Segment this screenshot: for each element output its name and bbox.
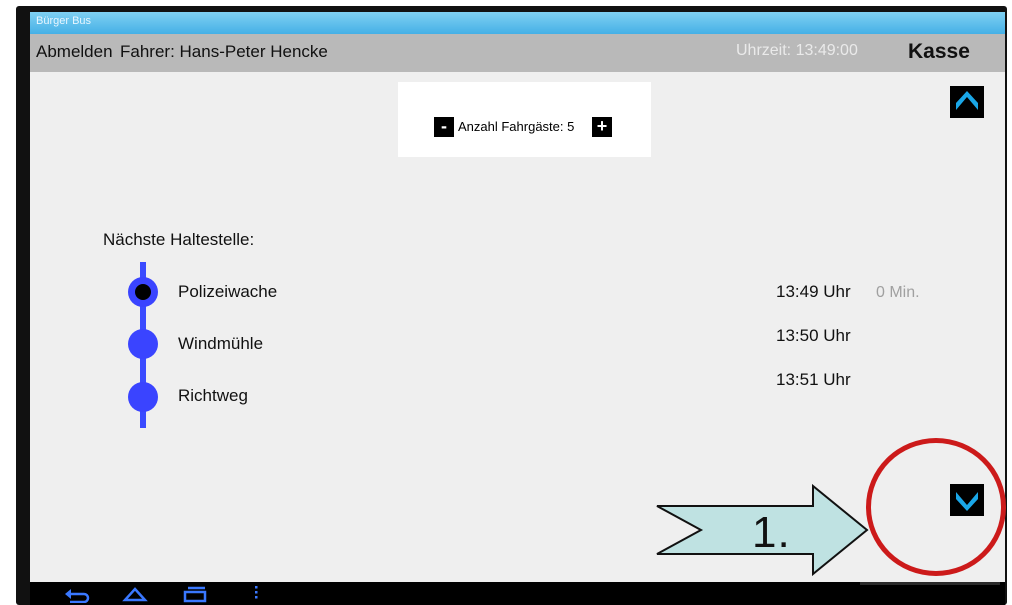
logout-button[interactable]: Abmelden	[36, 42, 113, 62]
chevron-up-icon	[956, 91, 978, 110]
menu-icon[interactable]	[252, 585, 260, 603]
clock-display: Uhrzeit: 13:49:00	[736, 42, 858, 59]
stop-marker	[128, 329, 158, 359]
stop-time: 13:51 Uhr	[776, 370, 851, 389]
android-nav-bar	[30, 582, 1005, 605]
top-bar: Abmelden Fahrer: Hans-Peter Hencke Uhrze…	[30, 34, 1005, 72]
next-stop-heading: Nächste Haltestelle:	[103, 230, 255, 249]
stop-name: Windmühle	[178, 334, 264, 353]
stop-time: 13:49 Uhr	[776, 282, 851, 301]
annotation-highlight-circle	[866, 438, 1006, 576]
driver-name: Fahrer: Hans-Peter Hencke	[120, 42, 328, 61]
annotation-step-label: 1.	[752, 508, 791, 557]
home-icon[interactable]	[122, 585, 148, 603]
recent-apps-icon[interactable]	[182, 585, 208, 603]
back-icon[interactable]	[64, 585, 90, 603]
app-title: Bürger Bus	[36, 15, 92, 27]
increase-passengers-button[interactable]: +	[592, 117, 612, 137]
stop-time: 13:50 Uhr	[776, 326, 851, 345]
passenger-count-label: Anzahl Fahrgäste: 5	[458, 119, 575, 134]
decrease-passengers-button[interactable]: -	[434, 117, 454, 137]
stop-name: Polizeiwache	[178, 282, 278, 301]
stop-marker	[128, 382, 158, 412]
nav-divider	[860, 582, 1000, 585]
passenger-counter: - Anzahl Fahrgäste: 5 +	[398, 82, 651, 157]
current-stop-indicator	[135, 284, 151, 300]
app-titlebar: Bürger Bus	[30, 12, 1005, 34]
stop-marker-current	[128, 277, 158, 307]
cash-register-button[interactable]: Kasse	[908, 40, 970, 64]
scroll-up-button[interactable]	[950, 86, 984, 118]
stop-minutes: 0 Min.	[876, 284, 920, 301]
stop-name: Richtweg	[178, 386, 248, 405]
